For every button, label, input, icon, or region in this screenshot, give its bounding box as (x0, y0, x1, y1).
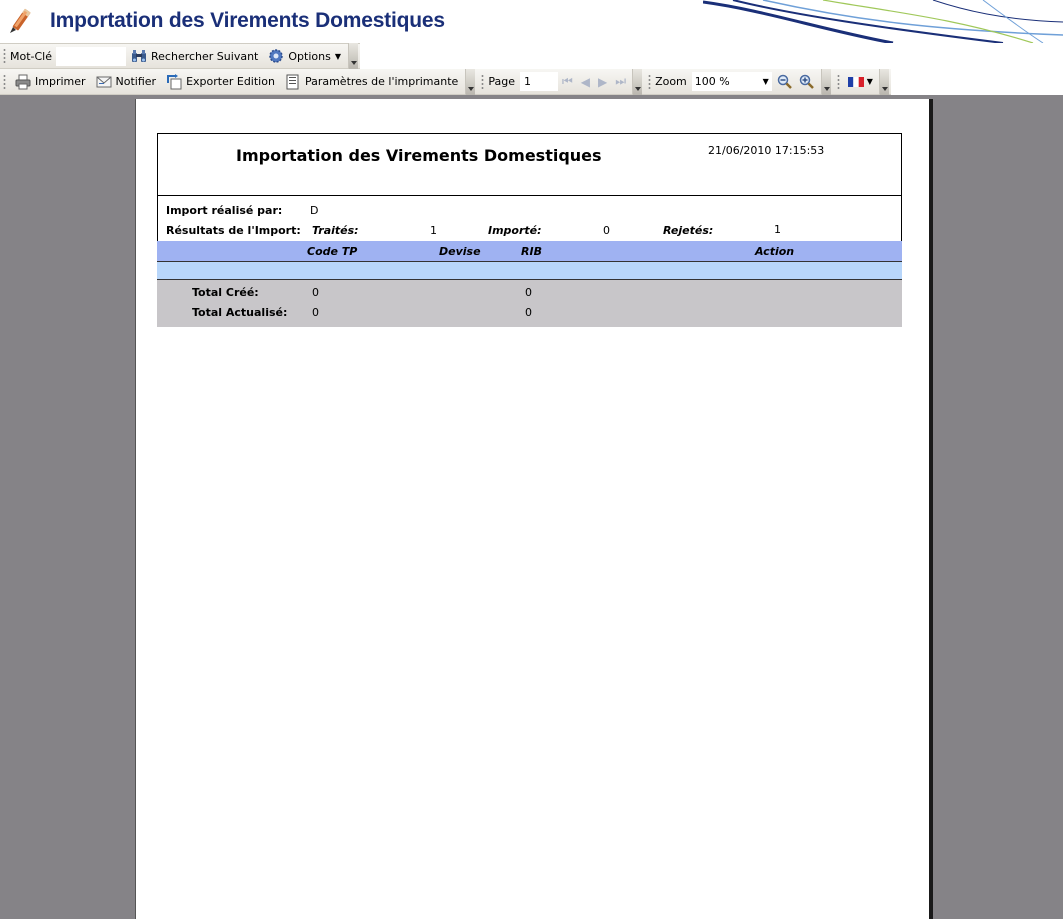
report-datetime: 21/06/2010 17:15:53 (708, 144, 825, 157)
chevron-down-icon: ▼ (762, 77, 769, 86)
next-page-icon[interactable]: ▶ (594, 71, 611, 93)
printer-settings-label: Paramètres de l'imprimante (304, 75, 459, 88)
last-page-icon[interactable]: ⏭ (611, 71, 630, 93)
page-label: Page (488, 75, 515, 88)
zoom-out-icon[interactable] (777, 74, 793, 90)
search-toolbar: Mot-Clé Rechercher Suivant Options ▼ (0, 43, 1063, 69)
total-updated-label: Total Actualisé: (192, 306, 288, 319)
report-toolbar: Imprimer Notifier Exporter Edition Param… (0, 68, 1063, 95)
toolbar-grip[interactable] (481, 73, 485, 90)
report-info-block: Import réalisé par: D Résultats de l'Imp… (157, 195, 902, 241)
column-header-devise: Devise (439, 245, 481, 258)
page-setup-icon (286, 74, 299, 89)
french-flag-icon (847, 76, 864, 87)
toolbar-overflow-button[interactable] (347, 43, 358, 69)
chevron-down-icon: ▼ (866, 77, 873, 86)
printer-settings-button[interactable]: Paramètres de l'imprimante (280, 71, 463, 93)
export-icon (167, 73, 182, 89)
page-number-input[interactable] (519, 72, 558, 91)
imported-by-label: Import réalisé par: (166, 204, 283, 217)
title-banner: Importation des Virements Domestiques (0, 0, 1063, 43)
report-viewer[interactable]: Importation des Virements Domestiques 21… (0, 95, 1063, 919)
toolbar-grip[interactable] (836, 73, 840, 90)
previous-page-icon[interactable]: ◀ (577, 71, 594, 93)
toolbar-empty-area (890, 68, 1063, 95)
keyword-input[interactable] (56, 46, 127, 66)
envelope-icon (96, 76, 112, 87)
zoom-select[interactable]: 100 % ▼ (691, 72, 772, 91)
totals-block: Total Créé: 0 0 Total Actualisé: 0 0 (157, 280, 902, 327)
toolbar-grip[interactable] (648, 73, 652, 90)
rejected-label: Rejetés: (663, 224, 714, 237)
zoom-value: 100 % (694, 75, 730, 88)
processed-label: Traités: (312, 224, 359, 237)
first-page-icon[interactable]: ⏮ (558, 71, 577, 93)
total-created-value-a: 0 (312, 286, 319, 299)
zoom-in-icon[interactable] (799, 74, 815, 90)
report-title: Importation des Virements Domestiques (236, 146, 602, 165)
imported-value: 0 (603, 224, 610, 237)
column-header-rib: RIB (521, 245, 542, 258)
notify-button[interactable]: Notifier (91, 71, 162, 93)
total-created-label: Total Créé: (192, 286, 259, 299)
table-row (157, 262, 902, 280)
printer-icon (15, 74, 31, 89)
find-next-button[interactable]: Rechercher Suivant (126, 45, 263, 67)
language-select[interactable]: ▼ (844, 76, 877, 87)
report-header: Importation des Virements Domestiques 21… (157, 133, 902, 195)
export-button[interactable]: Exporter Edition (161, 71, 280, 93)
total-updated-value-b: 0 (525, 306, 532, 319)
imported-label: Importé: (488, 224, 542, 237)
export-label: Exporter Edition (186, 75, 275, 88)
toolbar-overflow-button[interactable] (878, 68, 889, 95)
notify-label: Notifier (115, 75, 157, 88)
binoculars-icon (132, 50, 147, 62)
toolbar-grip[interactable] (3, 48, 6, 64)
app-title: Importation des Virements Domestiques (50, 9, 445, 32)
results-label: Résultats de l'Import: (166, 224, 301, 237)
print-button[interactable]: Imprimer (10, 71, 91, 93)
imported-by-value: D (310, 204, 319, 217)
total-updated-value-a: 0 (312, 306, 319, 319)
toolbar-overflow-button[interactable] (820, 68, 831, 95)
report-page: Importation des Virements Domestiques 21… (135, 99, 929, 919)
total-created-value-b: 0 (525, 286, 532, 299)
toolbar-grip[interactable] (3, 73, 6, 90)
toolbar-empty-area (359, 43, 1063, 69)
toolbar-overflow-button[interactable] (465, 68, 476, 95)
column-header-code-tp: Code TP (307, 245, 358, 258)
column-header-row: Code TP Devise RIB Action (157, 241, 902, 262)
keyword-label: Mot-Clé (10, 49, 53, 63)
chevron-down-icon: ▼ (334, 51, 341, 61)
print-label: Imprimer (35, 75, 86, 88)
page-shadow (929, 99, 933, 919)
options-label: Options (288, 49, 331, 63)
processed-value: 1 (430, 224, 437, 237)
options-button[interactable]: Options ▼ (263, 45, 346, 67)
toolbar-overflow-button[interactable] (632, 68, 643, 95)
find-next-label: Rechercher Suivant (151, 49, 259, 63)
zoom-label: Zoom (655, 75, 687, 88)
column-header-action: Action (755, 245, 795, 258)
gear-icon (269, 49, 284, 63)
rejected-value: 1 (774, 223, 781, 236)
pencil-icon (10, 8, 31, 33)
banner-swoosh-decoration (703, 0, 1063, 43)
